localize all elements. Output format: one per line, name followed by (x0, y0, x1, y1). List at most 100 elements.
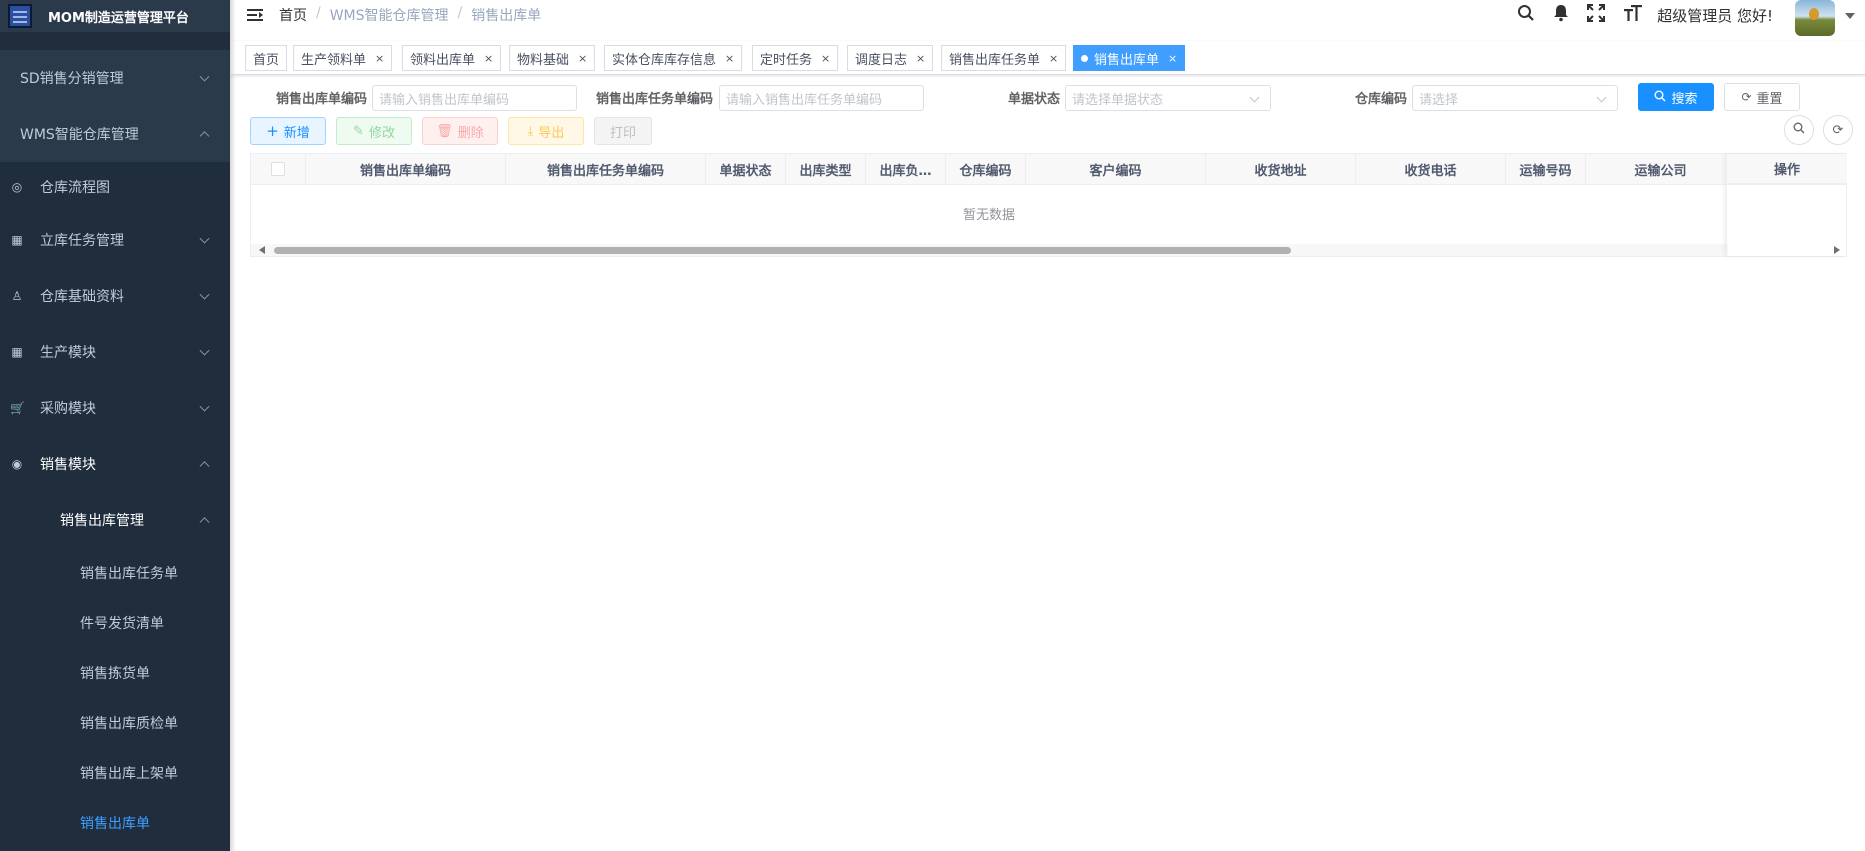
column-header[interactable]: 出库负… (866, 154, 946, 184)
column-header[interactable]: 客户编码 (1026, 154, 1206, 184)
breadcrumb-item[interactable]: 首页 (279, 5, 307, 25)
sidebar-logo[interactable]: MOM制造运营管理平台 (0, 0, 230, 32)
close-icon[interactable]: × (821, 52, 830, 65)
sidebar-item-stock-tasks[interactable]: ▦ 立库任务管理 (0, 212, 230, 268)
tag-label: 实体仓库库存信息 (612, 52, 717, 68)
edit-button[interactable]: ✎ 修改 (336, 117, 412, 145)
user-greeting: 超级管理员 您好! (1657, 6, 1773, 25)
sidebar-item-label: 销售出库上架单 (80, 766, 178, 782)
tag-label: 领料出库单 (410, 52, 476, 68)
print-button[interactable]: 打印 (594, 117, 652, 145)
trash-icon: 🗑 (436, 123, 453, 139)
tag-sales-outbound[interactable]: 销售出库单 × (1073, 45, 1186, 71)
close-icon[interactable]: × (375, 52, 384, 65)
tag-scheduled-tasks[interactable]: 定时任务 × (752, 45, 839, 71)
input-placeholder: 请输入销售出库任务单编码 (726, 92, 883, 108)
search-icon (1793, 122, 1805, 138)
sidebar-item-sales[interactable]: ◉ 销售模块 (0, 436, 230, 492)
column-header[interactable]: 收货电话 (1356, 154, 1506, 184)
warehouse-code-select[interactable]: 请选择 (1412, 85, 1618, 111)
horizontal-scrollbar[interactable] (251, 244, 1840, 256)
navbar: 首页 / WMS智能仓库管理 / 销售出库单 超级管理员 您好! (230, 0, 1865, 36)
column-header[interactable]: 收货地址 (1206, 154, 1356, 184)
tag-label: 物料基础 (517, 52, 570, 68)
chevron-down-icon (199, 71, 210, 82)
tag-schedule-log[interactable]: 调度日志 × (847, 45, 934, 71)
close-icon[interactable]: × (1049, 52, 1058, 65)
sidebar-item-part-shipping[interactable]: 件号发货清单 (0, 598, 230, 648)
reset-button[interactable]: ⟳ 重置 (1724, 83, 1800, 111)
column-header[interactable]: 运输号码 (1506, 154, 1586, 184)
sidebar-item-putaway[interactable]: 销售出库上架单 (0, 748, 230, 798)
close-icon[interactable]: × (484, 52, 493, 65)
outbound-code-input[interactable]: 请输入销售出库单编码 (372, 85, 577, 111)
export-button-label: 导出 (538, 125, 565, 141)
column-header[interactable]: 运输公司 (1586, 154, 1736, 184)
warehouse-code-label: 仓库编码 (1355, 92, 1408, 107)
palette-icon: ◎ (11, 180, 23, 194)
fullscreen-icon[interactable] (1587, 4, 1606, 26)
add-button-label: 新增 (283, 125, 310, 141)
chevron-up-icon (199, 461, 210, 472)
refresh-button[interactable]: ⟳ (1823, 115, 1853, 145)
logo-icon (8, 4, 32, 28)
sidebar-item-label: 销售拣货单 (80, 666, 150, 682)
search-button[interactable]: 搜索 (1638, 83, 1714, 111)
column-header[interactable]: 仓库编码 (946, 154, 1026, 184)
avatar[interactable] (1795, 0, 1835, 36)
column-header[interactable]: 销售出库单编码 (306, 154, 506, 184)
sidebar-item-production[interactable]: ▦ 生产模块 (0, 324, 230, 380)
column-header[interactable]: 销售出库任务单编码 (506, 154, 706, 184)
doc-status-select[interactable]: 请选择单据状态 (1065, 85, 1271, 111)
column-header[interactable]: 操作 (1727, 154, 1847, 184)
outbound-task-code-input[interactable]: 请输入销售出库任务单编码 (719, 85, 924, 111)
sidebar-item-purchase[interactable]: 🛒 采购模块 (0, 380, 230, 436)
refresh-icon: ⟳ (1832, 122, 1844, 138)
tag-home[interactable]: 首页 (245, 45, 288, 71)
sidebar-item-sd[interactable]: SD销售分销管理 (0, 50, 230, 106)
sidebar-item-label: 销售出库单 (80, 816, 150, 832)
scroll-thumb[interactable] (274, 247, 1291, 254)
sidebar-item-qc[interactable]: 销售出库质检单 (0, 698, 230, 748)
close-icon[interactable]: × (916, 52, 925, 65)
grid-icon: ▦ (11, 233, 23, 247)
tag-inventory-info[interactable]: 实体仓库库存信息 × (604, 45, 743, 71)
sidebar-item-label: 仓库流程图 (40, 180, 110, 196)
sidebar-item-warehouse-flow[interactable]: ◎ 仓库流程图 (0, 159, 230, 215)
select-all-checkbox[interactable] (271, 162, 285, 176)
sidebar-item-sales-outbound-task[interactable]: 销售出库任务单 (0, 548, 230, 598)
sidebar-item-sales-outbound[interactable]: 销售出库单 (0, 798, 230, 848)
tag-production-picking[interactable]: 生产领料单 × (293, 45, 393, 71)
scroll-left-icon[interactable] (259, 246, 265, 254)
add-button[interactable]: + 新增 (250, 117, 326, 145)
sidebar-item-wms[interactable]: WMS智能仓库管理 (0, 106, 230, 162)
sidebar-item-sales-outbound-mgmt[interactable]: 销售出库管理 (0, 492, 230, 548)
toggle-search-button[interactable] (1784, 115, 1814, 145)
close-icon[interactable]: × (578, 52, 587, 65)
tag-label: 调度日志 (855, 52, 908, 68)
export-button[interactable]: ⤓ 导出 (508, 117, 584, 145)
search-icon[interactable] (1517, 4, 1535, 26)
doc-status-label: 单据状态 (1008, 92, 1061, 107)
hamburger-icon[interactable] (247, 8, 263, 22)
tag-label: 销售出库任务单 (949, 52, 1041, 68)
chevron-down-icon (1249, 92, 1260, 103)
font-size-icon[interactable] (1623, 4, 1643, 26)
caret-down-icon[interactable] (1845, 13, 1855, 19)
breadcrumb-item: WMS智能仓库管理 (329, 8, 449, 24)
input-placeholder: 请选择 (1419, 92, 1459, 108)
delete-button[interactable]: 🗑 删除 (422, 117, 498, 145)
chevron-up-icon (199, 517, 210, 528)
tag-label: 定时任务 (760, 52, 813, 68)
sidebar-item-picking[interactable]: 销售拣货单 (0, 648, 230, 698)
close-icon[interactable]: × (1168, 52, 1177, 65)
column-header[interactable]: 单据状态 (706, 154, 786, 184)
grid-icon: ▦ (11, 345, 23, 359)
tag-picking-outbound[interactable]: 领料出库单 × (402, 45, 502, 71)
tag-sales-outbound-task[interactable]: 销售出库任务单 × (941, 45, 1067, 71)
sidebar-item-warehouse-basics[interactable]: ♙ 仓库基础资料 (0, 268, 230, 324)
bell-icon[interactable] (1553, 4, 1569, 26)
column-header[interactable]: 出库类型 (786, 154, 866, 184)
tag-material-basics[interactable]: 物料基础 × (509, 45, 596, 71)
close-icon[interactable]: × (725, 52, 734, 65)
